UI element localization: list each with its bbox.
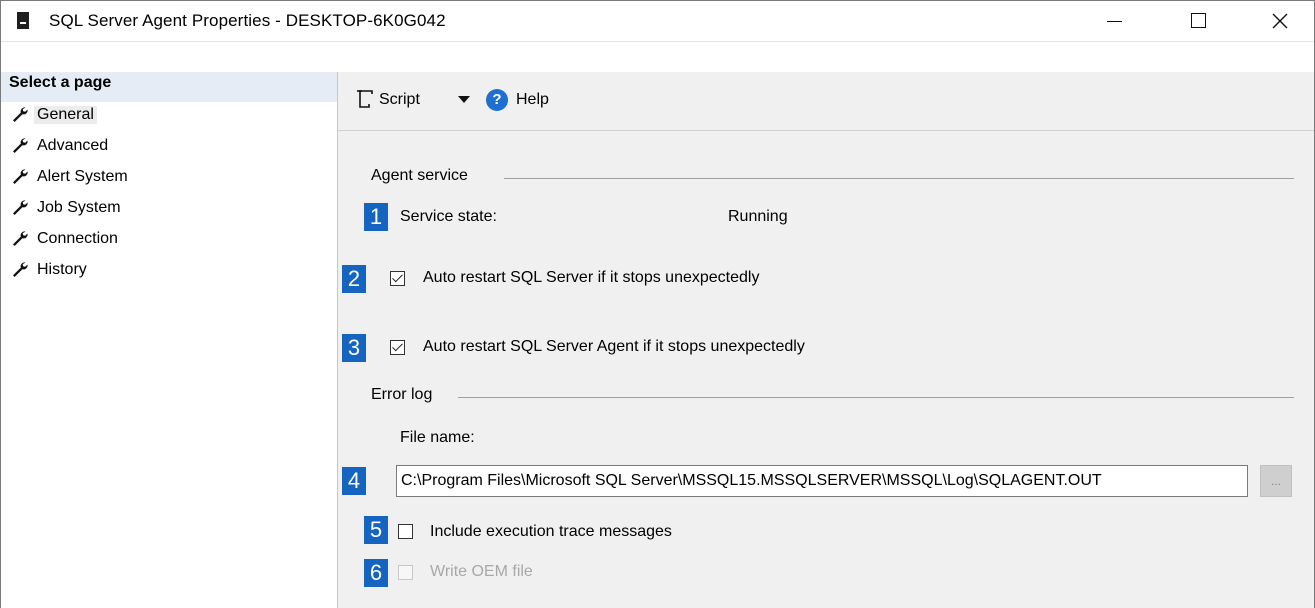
file-name-label: File name:: [400, 429, 475, 446]
page-item-job-system[interactable]: Job System: [11, 196, 131, 222]
callout-badge-4: 4: [342, 467, 366, 495]
write-oem-label: Write OEM file: [430, 563, 533, 580]
agent-service-divider: [504, 178, 1294, 179]
close-button[interactable]: [1257, 1, 1303, 41]
help-icon: ?: [486, 89, 508, 111]
callout-badge-6: 6: [364, 559, 388, 587]
page-item-label: Alert System: [37, 168, 128, 185]
title-bar[interactable]: SQL Server Agent Properties - DESKTOP-6K…: [1, 1, 1314, 42]
page-item-label: Job System: [37, 199, 121, 216]
error-log-group-label: Error log: [371, 386, 433, 403]
error-log-file-name-input[interactable]: [396, 465, 1248, 497]
minimize-button[interactable]: [1091, 1, 1137, 41]
script-dropdown-icon[interactable]: [458, 96, 470, 103]
page-selector-title: Select a page: [9, 74, 112, 91]
page-item-label: Advanced: [37, 137, 109, 154]
agent-service-group-label: Agent service: [371, 167, 468, 184]
page-item-alert-system[interactable]: Alert System: [11, 165, 131, 191]
wrench-icon: [13, 231, 28, 246]
callout-badge-3: 3: [342, 334, 366, 362]
auto-restart-agent-checkbox[interactable]: [390, 340, 405, 355]
auto-restart-sql-label: Auto restart SQL Server if it stops unex…: [423, 269, 760, 286]
browse-file-button[interactable]: ...: [1260, 465, 1292, 497]
maximize-icon: [1191, 13, 1206, 28]
service-state-label: Service state:: [400, 208, 497, 225]
minimize-icon: [1107, 21, 1122, 22]
wrench-icon: [13, 107, 28, 122]
script-label: Script: [379, 91, 420, 108]
page-item-label: General: [34, 106, 97, 124]
include-trace-checkbox[interactable]: [398, 524, 413, 539]
page-selector-header: Select a page: [1, 72, 337, 102]
page-item-general[interactable]: General: [11, 103, 131, 129]
script-icon: [357, 90, 373, 108]
page-selector-pane: Select a page General Advanced Alert Sys…: [1, 72, 338, 608]
page-item-connection[interactable]: Connection: [11, 227, 131, 253]
write-oem-checkbox[interactable]: [398, 565, 413, 580]
maximize-button[interactable]: [1176, 1, 1222, 41]
auto-restart-sql-checkbox[interactable]: [390, 271, 405, 286]
window-title: SQL Server Agent Properties - DESKTOP-6K…: [49, 11, 446, 30]
toolbar: Script ? Help: [338, 72, 1314, 131]
app-icon: [17, 12, 29, 29]
wrench-icon: [13, 262, 28, 277]
callout-badge-1: 1: [364, 203, 388, 231]
properties-pane: Script ? Help Agent service 1 Service st…: [338, 72, 1314, 608]
page-item-advanced[interactable]: Advanced: [11, 134, 131, 160]
page-item-history[interactable]: History: [11, 258, 131, 284]
include-trace-label: Include execution trace messages: [430, 523, 672, 540]
wrench-icon: [13, 138, 28, 153]
help-label: Help: [516, 91, 549, 108]
page-item-label: Connection: [37, 230, 118, 247]
page-item-label: History: [37, 261, 87, 278]
error-log-divider: [458, 397, 1294, 398]
wrench-icon: [13, 200, 28, 215]
auto-restart-agent-label: Auto restart SQL Server Agent if it stop…: [423, 338, 805, 355]
wrench-icon: [13, 169, 28, 184]
close-icon: [1272, 13, 1288, 29]
callout-badge-2: 2: [342, 265, 366, 293]
service-state-value: Running: [728, 208, 788, 225]
dialog-window: SQL Server Agent Properties - DESKTOP-6K…: [0, 0, 1315, 608]
callout-badge-5: 5: [364, 516, 388, 544]
